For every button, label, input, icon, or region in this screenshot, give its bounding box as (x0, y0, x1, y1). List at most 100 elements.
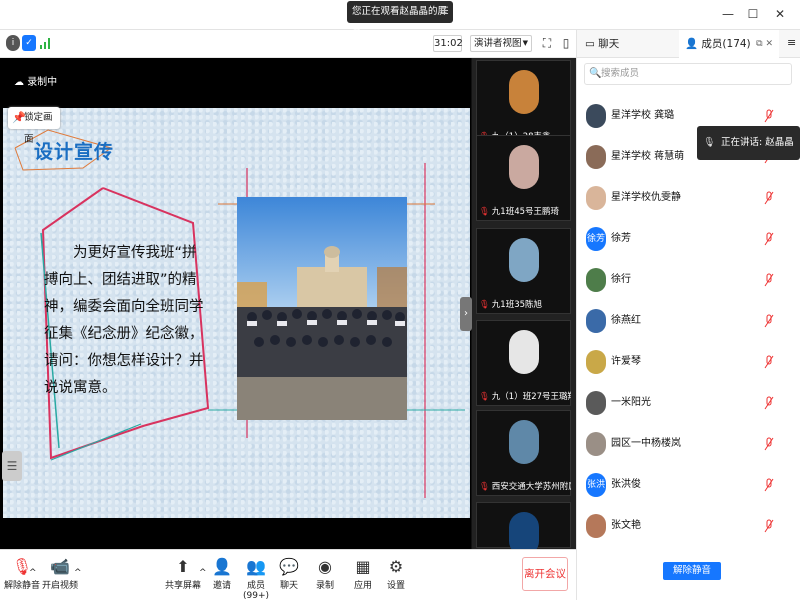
tab-members-label: 成员(174) (701, 38, 751, 50)
share-screen-label: 共享屏幕 (164, 581, 201, 591)
mic-muted-icon[interactable] (764, 109, 774, 123)
mic-icon: 🎙 (703, 137, 716, 148)
participant-avatar (509, 330, 539, 374)
info-icon[interactable]: i (6, 35, 20, 51)
avatar (586, 391, 606, 415)
search-input[interactable]: 🔍 搜索成员 (584, 63, 792, 85)
mic-muted-icon[interactable] (764, 396, 774, 410)
lock-screen-button[interactable]: 📌 锁定画面 (8, 107, 60, 145)
member-name: 星洋学校 蒋慧萌 (611, 151, 685, 162)
popout-icon[interactable]: ⧉ ✕ (756, 30, 773, 58)
leave-meeting-button[interactable]: 离开会议 (522, 557, 568, 591)
avatar: 徐芳 (586, 227, 606, 251)
slide-body-text: 为更好宣传我班“拼搏向上、团结进取”的精神，编委会面向全班同学征集《纪念册》纪念… (44, 245, 204, 396)
mic-muted-icon[interactable] (764, 437, 774, 451)
mic-muted-icon: 🎙 (479, 207, 490, 217)
participant-name: 🎙西安交通大学苏州附属初... (479, 480, 571, 492)
slide-list-toggle[interactable]: ☰ (2, 451, 22, 481)
participant-name-text: 九1班35陈旭 (491, 300, 543, 310)
gear-icon: ⚙ (388, 557, 404, 576)
mic-muted-icon[interactable] (764, 191, 774, 205)
shield-icon[interactable]: ✓ (22, 35, 36, 51)
participant-name: 🎙 九1班45号王鹏琦 (479, 205, 571, 217)
avatar (586, 432, 606, 456)
participant-name-text: 九（1）班27号王璐翔 (491, 392, 571, 402)
participant-avatar (509, 70, 539, 114)
sharing-notice[interactable]: 您正在观看赵晶晶的屏幕 ☰ (347, 1, 453, 39)
member-row[interactable]: 张洪 张洪俊 (586, 470, 786, 504)
avatar-initial: 张洪 (586, 480, 605, 490)
member-name: 徐行 (611, 274, 631, 285)
member-name: 徐芳 (611, 233, 631, 244)
menu-icon[interactable]: ☰ (440, 1, 449, 23)
view-mode-select[interactable]: 演讲者视图 ▼ (470, 35, 532, 52)
video-options-chevron[interactable]: ^ (74, 568, 82, 578)
member-row[interactable]: 星洋学校仇雯静 (586, 183, 786, 217)
audio-options-chevron[interactable]: ^ (29, 568, 37, 578)
signal-icon[interactable] (40, 37, 50, 49)
participant-name: 🎙 九（1）班27号王璐翔 (479, 390, 571, 402)
side-panel-tabs: ▭ 聊天 👤 成员(174) ⧉ ✕ (576, 30, 800, 58)
fullscreen-icon[interactable]: ⛶ (539, 35, 555, 51)
member-row[interactable]: 徐燕红 (586, 306, 786, 340)
member-name: 园区一中杨楼岚 (611, 438, 681, 449)
member-row[interactable]: 一米阳光 (586, 388, 786, 422)
avatar (586, 186, 606, 210)
speaking-label: 正在讲话: 赵晶晶 (721, 137, 794, 148)
avatar: 张洪 (586, 473, 606, 497)
recording-indicator: ☁ 录制中 (14, 73, 57, 88)
apps-label: 应用 (353, 581, 372, 591)
mic-muted-icon[interactable] (764, 355, 774, 369)
avatar (586, 145, 606, 169)
recording-label: 录制中 (27, 77, 58, 88)
video-tile[interactable]: 🎙九（1）28韦鑫 (476, 60, 571, 146)
chat-label: 聊天 (279, 581, 298, 591)
member-row[interactable]: 徐行 (586, 265, 786, 299)
video-tile[interactable] (476, 502, 571, 556)
tab-chat-label: 聊天 (598, 38, 620, 50)
meeting-timer: 31:02 (433, 35, 463, 52)
member-name: 许爱琴 (611, 356, 641, 367)
mic-muted-icon[interactable] (764, 314, 774, 328)
mic-muted-icon[interactable] (764, 478, 774, 492)
collapse-strip-button[interactable]: › (460, 297, 472, 331)
video-tile[interactable]: 🎙 九1班35陈旭 (476, 228, 571, 314)
member-tab-icon: 👤 (685, 38, 702, 50)
tab-members[interactable]: 👤 成员(174) ⧉ ✕ (679, 30, 779, 58)
unmute-all-button[interactable]: 解除静音 (663, 562, 721, 580)
member-name: 一米阳光 (611, 397, 651, 408)
class-photo (237, 197, 407, 420)
member-row[interactable]: 许爱琴 (586, 347, 786, 381)
mic-muted-icon[interactable] (764, 273, 774, 287)
participant-name: 🎙 九1班35陈旭 (479, 298, 571, 310)
mic-muted-icon[interactable] (764, 232, 774, 246)
tab-chat[interactable]: ▭ 聊天 (585, 30, 677, 58)
video-tile[interactable]: 🎙 九（1）班27号王璐翔 (476, 320, 571, 406)
video-tile[interactable]: 🎙西安交通大学苏州附属初... (476, 410, 571, 496)
video-tile[interactable]: 🎙 九1班45号王鹏琦 (476, 135, 571, 221)
maximize-button[interactable]: ☐ (745, 6, 761, 22)
settings-button[interactable]: ⚙ 设置 (374, 556, 418, 591)
member-row[interactable]: 张文艳 (586, 511, 786, 545)
participant-name-text: 九1班45号王鹏琦 (491, 207, 560, 217)
slide-title: 设计宣传 (34, 141, 115, 163)
participant-avatar (509, 145, 539, 189)
avatar-initial: 徐芳 (586, 234, 605, 244)
mic-muted-icon: 🎙 (479, 300, 490, 310)
mic-muted-icon[interactable] (764, 519, 774, 533)
minimize-button[interactable]: — (720, 6, 736, 22)
panel-menu-icon[interactable]: ≡ (787, 36, 796, 49)
participant-avatar (509, 238, 539, 282)
layout-icon[interactable]: ▯ (558, 35, 574, 51)
speaking-indicator: 🎙 正在讲话: 赵晶晶 (697, 126, 800, 160)
member-name: 徐燕红 (611, 315, 641, 326)
members-label: 成员(99+) (242, 581, 269, 601)
start-video-label: 开启视频 (41, 581, 78, 591)
member-name: 星洋学校仇雯静 (611, 192, 681, 203)
avatar (586, 350, 606, 374)
chat-tab-icon: ▭ (585, 38, 599, 50)
member-row[interactable]: 徐芳 徐芳 (586, 224, 786, 258)
search-placeholder: 搜索成员 (601, 68, 640, 79)
close-button[interactable]: ✕ (772, 6, 788, 22)
member-row[interactable]: 园区一中杨楼岚 (586, 429, 786, 463)
